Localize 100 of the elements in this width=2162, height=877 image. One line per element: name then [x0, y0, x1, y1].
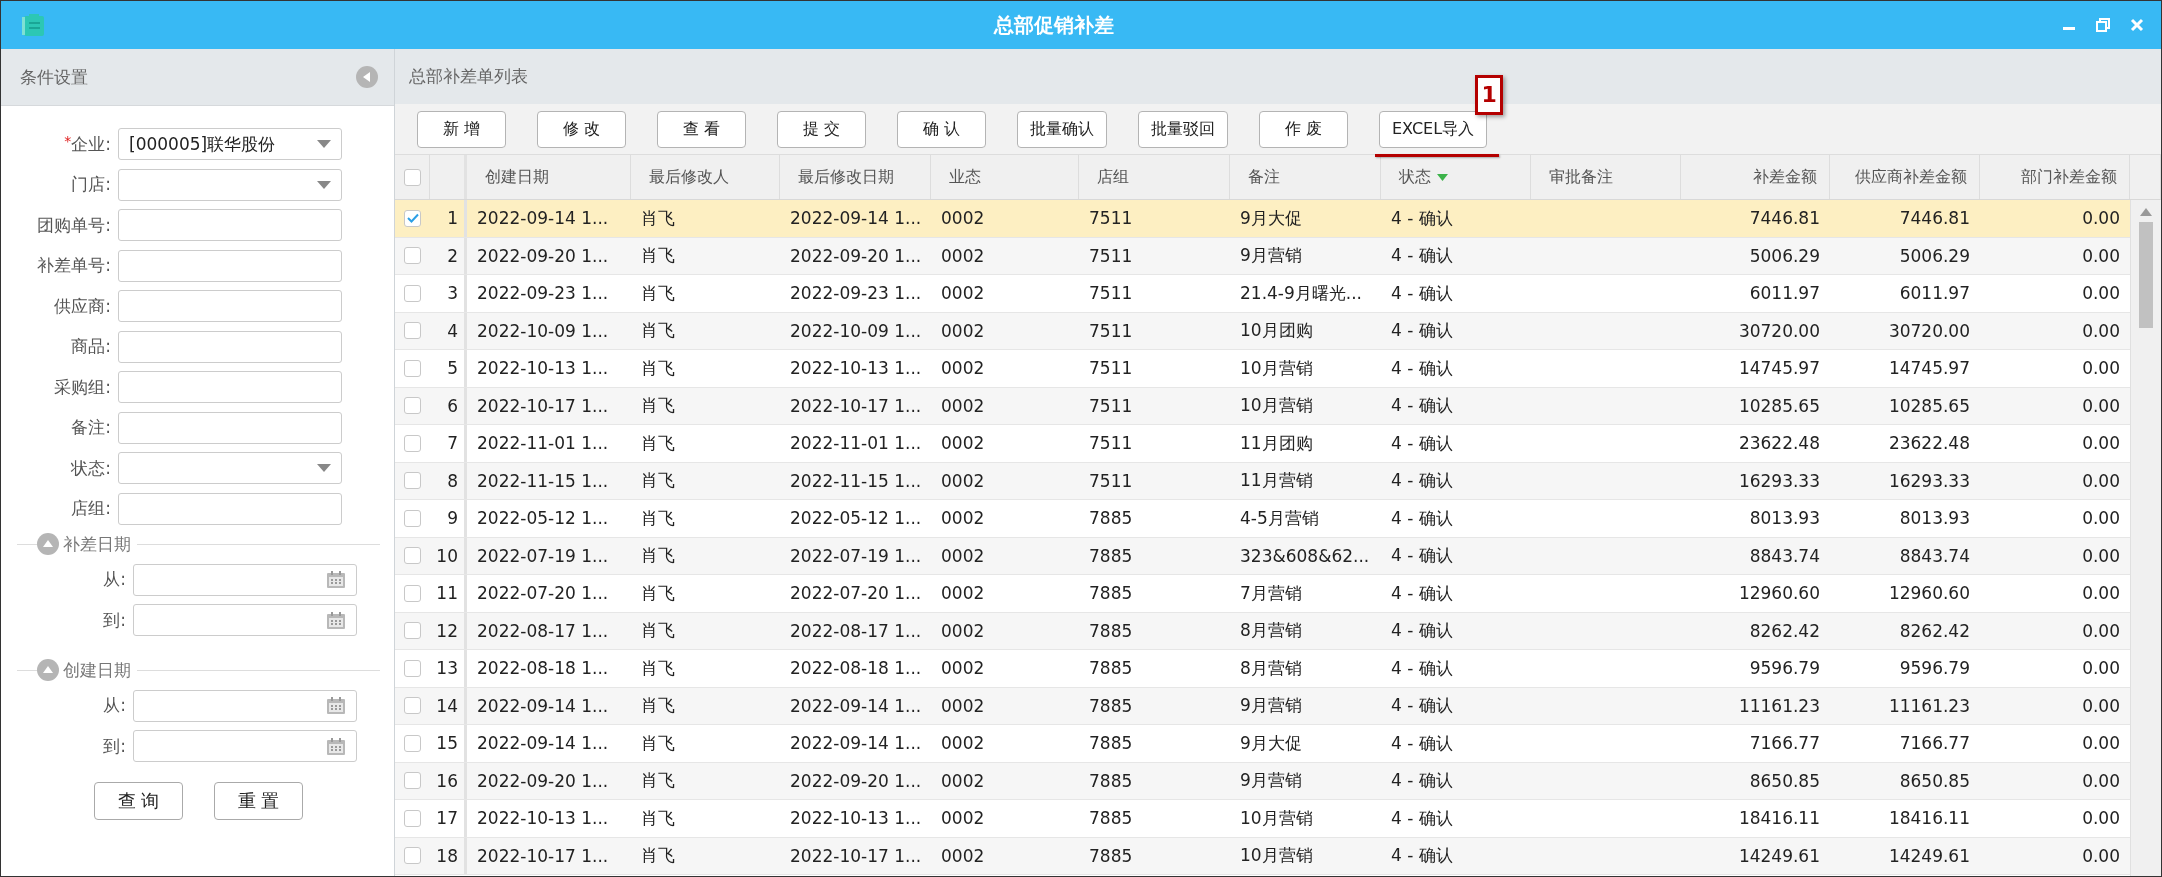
form-button[interactable]: 重 置: [214, 782, 303, 820]
dropdown-field[interactable]: [118, 452, 342, 484]
scrollbar-thumb[interactable]: [2139, 222, 2153, 328]
row-checkbox[interactable]: [404, 247, 421, 265]
table-cell-text: 0.00: [2081, 732, 2121, 756]
table-cell-text: 8月营销: [1239, 619, 1303, 643]
table-cell-text: 18416.11: [1887, 807, 1971, 831]
table-cell-text: 0.00: [2081, 769, 2121, 793]
input-field[interactable]: [118, 371, 342, 403]
calendar-icon[interactable]: [326, 610, 346, 630]
column-header[interactable]: 供应商补差金额: [1855, 166, 1967, 188]
toolbar-button[interactable]: 提 交: [777, 110, 866, 148]
toolbar-button[interactable]: 批量驳回: [1138, 110, 1228, 148]
restore-icon[interactable]: [2095, 17, 2111, 33]
table-cell-text: 肖飞: [640, 694, 676, 718]
dropdown-field[interactable]: [118, 168, 342, 201]
column-header[interactable]: 最后修改日期: [798, 166, 894, 188]
column-header[interactable]: 部门补差金额: [2021, 166, 2117, 188]
table-cell-text: 0002: [940, 844, 986, 868]
row-checkbox[interactable]: [404, 659, 421, 677]
collapse-icon[interactable]: [356, 66, 378, 88]
table-cell-text: 6011.97: [1748, 282, 1821, 306]
section-toggle-icon[interactable]: [37, 533, 59, 555]
table-cell-text: 23622.48: [1887, 432, 1971, 456]
row-checkbox[interactable]: [404, 359, 421, 377]
input-field[interactable]: [118, 330, 342, 363]
column-header[interactable]: 最后修改人: [649, 166, 729, 188]
row-checkbox[interactable]: [404, 284, 421, 302]
field-label: 企业:: [71, 133, 111, 154]
table-cell-text: 0.00: [2081, 244, 2121, 268]
row-checkbox[interactable]: [404, 847, 421, 865]
table-cell-text: 2022-07-20 1...: [789, 582, 923, 606]
calendar-icon[interactable]: [326, 570, 346, 589]
form-button[interactable]: 查 询: [94, 782, 183, 820]
table-cell-text: 323&608&62...: [1239, 544, 1371, 568]
table-cell-text: 4 - 确认: [1390, 244, 1454, 268]
toolbar-button[interactable]: 批量确认: [1017, 110, 1107, 148]
toolbar-button[interactable]: 作 废: [1259, 110, 1348, 148]
sort-icon[interactable]: [1437, 173, 1448, 181]
caret-icon[interactable]: [317, 464, 331, 472]
input-field[interactable]: [118, 209, 342, 241]
date-field[interactable]: [133, 730, 357, 762]
table-cell-text: 7885: [1088, 544, 1134, 568]
input-field[interactable]: [118, 290, 342, 322]
row-checkbox[interactable]: [404, 622, 421, 640]
column-header[interactable]: 创建日期: [485, 166, 549, 188]
table-cell-text: 4 - 确认: [1390, 394, 1454, 418]
close-icon[interactable]: [2129, 17, 2145, 33]
date-field[interactable]: [133, 689, 357, 722]
input-field[interactable]: [118, 492, 342, 525]
toolbar-button[interactable]: 修 改: [537, 110, 626, 148]
section-toggle-icon[interactable]: [37, 659, 59, 681]
field-label: 团购单号:: [37, 214, 111, 235]
table-cell-text: 9月营销: [1239, 694, 1303, 718]
row-checkbox[interactable]: [404, 547, 421, 565]
caret-icon[interactable]: [317, 140, 331, 148]
row-checkbox[interactable]: [404, 584, 421, 602]
input-field[interactable]: [118, 411, 342, 444]
table-cell-text: 2022-10-13 1...: [476, 807, 610, 831]
column-header[interactable]: 状态: [1399, 166, 1431, 188]
row-checkbox[interactable]: [404, 322, 421, 340]
row-checkbox[interactable]: [404, 734, 421, 752]
table-cell-text: 14745.97: [1887, 357, 1971, 381]
row-checkbox[interactable]: [404, 397, 421, 415]
column-header[interactable]: 补差金额: [1753, 166, 1817, 188]
toolbar-button[interactable]: 新 增: [417, 110, 506, 148]
table-cell-text: 9596.79: [1898, 657, 1971, 681]
table-cell-text: 肖飞: [640, 581, 676, 605]
table-cell-text: 0002: [940, 769, 986, 793]
table-cell-text: 0.00: [2081, 694, 2121, 718]
date-field[interactable]: [133, 604, 357, 636]
column-header[interactable]: 店组: [1097, 166, 1129, 188]
input-field[interactable]: [118, 249, 342, 282]
column-header[interactable]: 备注: [1248, 166, 1280, 188]
calendar-icon[interactable]: [326, 736, 346, 756]
table-cell-text: 0002: [940, 807, 986, 831]
dropdown-field[interactable]: [000005]联华股份: [118, 128, 342, 160]
toolbar-button[interactable]: 确 认: [897, 110, 986, 148]
scroll-up-icon[interactable]: [2140, 208, 2152, 216]
column-header[interactable]: 业态: [949, 166, 981, 188]
table-cell-text: 0.00: [2081, 319, 2121, 343]
caret-icon[interactable]: [317, 180, 331, 189]
calendar-icon[interactable]: [326, 696, 346, 715]
table-cell-text: 7511: [1088, 394, 1134, 418]
table-cell-text: 10月营销: [1239, 844, 1314, 868]
section-title: 创建日期: [63, 658, 131, 682]
row-checkbox[interactable]: [404, 809, 421, 827]
row-checkbox[interactable]: [404, 472, 421, 490]
toolbar-button[interactable]: 查 看: [657, 110, 746, 148]
row-checkbox[interactable]: [404, 209, 421, 227]
toolbar-button[interactable]: EXCEL导入: [1379, 110, 1488, 148]
table-cell-text: 6011.97: [1898, 282, 1971, 306]
table-cell-text: 10285.65: [1887, 394, 1971, 418]
row-checkbox[interactable]: [404, 434, 421, 452]
row-checkbox[interactable]: [404, 772, 421, 790]
date-field[interactable]: [133, 563, 357, 596]
row-checkbox[interactable]: [404, 509, 421, 527]
column-header[interactable]: 审批备注: [1549, 166, 1613, 188]
row-checkbox[interactable]: [404, 697, 421, 715]
select-all-checkbox[interactable]: [403, 168, 421, 186]
